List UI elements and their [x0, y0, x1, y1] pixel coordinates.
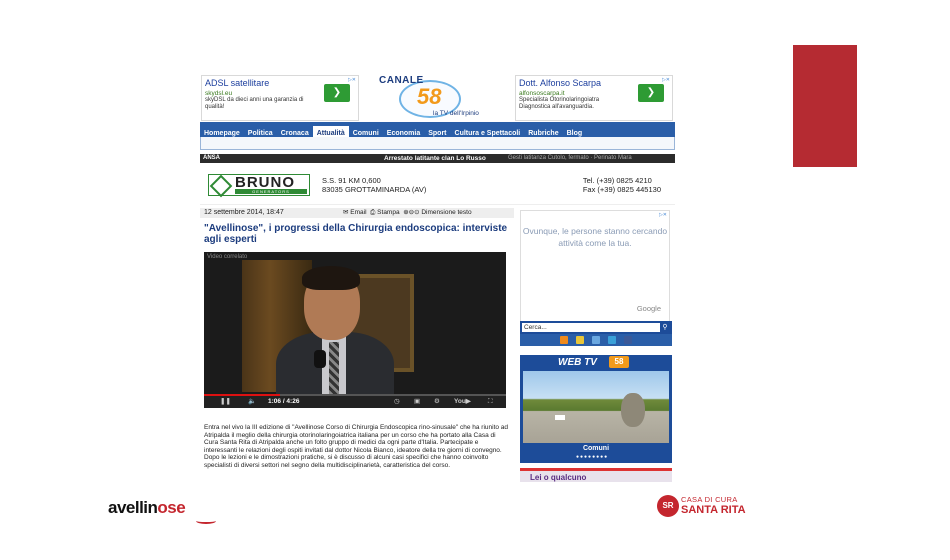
- bruno-ad[interactable]: BRUNO GENERATORS S.S. 91 KM 0,600 83035 …: [200, 166, 675, 205]
- text-size-label: Dimensione testo: [421, 209, 472, 216]
- webpage-screenshot: ADSL satellitare skydsl.eu skyDSL da die…: [200, 72, 675, 482]
- ad-choices-icon[interactable]: ▷✕: [659, 212, 667, 218]
- ansa-logo: ANSA: [203, 155, 221, 161]
- ad-right-url[interactable]: alfonsoscarpa.it: [519, 90, 565, 97]
- ad-right-desc: Specialista Otorinolaringoiatra Diagnost…: [519, 97, 600, 110]
- bruno-address: S.S. 91 KM 0,600 83035 GROTTAMINARDA (AV…: [322, 176, 426, 194]
- ad-right[interactable]: Dott. Alfonso Scarpa alfonsoscarpa.it Sp…: [515, 75, 673, 121]
- video-person-hair: [302, 266, 360, 290]
- youtube-icon[interactable]: You▶: [454, 396, 471, 408]
- ad-right-arrow-icon[interactable]: ❯: [638, 84, 664, 102]
- bruno-fax: Fax (+39) 0825 445130: [582, 185, 661, 194]
- bruno-addr1: S.S. 91 KM 0,600: [322, 176, 381, 185]
- webtv-title: WEB TV: [558, 357, 597, 368]
- google-logo: Google: [636, 304, 661, 313]
- webtv-thumbnail[interactable]: [523, 371, 669, 443]
- carousel-dots[interactable]: ●●●●●●●●: [576, 454, 608, 460]
- fullscreen-icon[interactable]: ⛶: [488, 396, 493, 408]
- print-icon[interactable]: ⎙: [370, 209, 375, 216]
- swoosh-icon: [196, 518, 216, 524]
- video-label: Video correlato: [207, 254, 248, 260]
- article-date: 12 settembre 2014, 18:47: [204, 209, 284, 216]
- santa-rita-mark-icon: SR: [657, 495, 679, 517]
- bruno-sub: GENERATORS: [235, 189, 307, 194]
- email-link[interactable]: Email: [350, 209, 366, 216]
- captions-icon[interactable]: ▣: [414, 396, 420, 408]
- ad-choices-icon[interactable]: ▷✕: [662, 77, 670, 83]
- facebook-icon[interactable]: [624, 336, 632, 344]
- promo-text: Lei o qualcuno: [530, 473, 587, 482]
- bruno-addr2: 83035 GROTTAMINARDA (AV): [322, 185, 427, 194]
- casa-line1: CASA DI CURA: [681, 495, 738, 504]
- search-input[interactable]: Cerca...: [522, 323, 660, 332]
- social-bar: [520, 334, 672, 346]
- bruno-logo: BRUNO GENERATORS: [208, 174, 310, 198]
- logo-number: 58: [417, 84, 442, 109]
- video-person-tie: [329, 342, 339, 398]
- article-body: Entra nel vivo la III edizione di "Avell…: [204, 424, 509, 469]
- ad-left-url[interactable]: skydsl.eu: [205, 90, 232, 97]
- ad-left[interactable]: ADSL satellitare skydsl.eu skyDSL da die…: [201, 75, 359, 121]
- ansa-headline[interactable]: Arrestato latitante clan Lo Russo: [384, 154, 486, 163]
- avellinose-text-b: ose: [157, 498, 186, 517]
- search-bar: Cerca... ⚲: [520, 321, 672, 334]
- search-icon[interactable]: ⚲: [660, 323, 670, 332]
- google-ad[interactable]: ▷✕ Ovunque, le persone stanno cercando a…: [520, 210, 670, 322]
- avellinose-text-a: avellin: [108, 498, 158, 517]
- video-player[interactable]: Video correlato: [204, 252, 506, 408]
- avellinose-logo: avellinose: [108, 498, 216, 524]
- pause-icon[interactable]: ❚❚: [220, 396, 231, 408]
- bruno-contacts: Tel. (+39) 0825 4210 Fax (+39) 0825 4451…: [583, 176, 661, 194]
- santa-rita-logo: SR CASA DI CURA SANTA RITA: [657, 492, 757, 522]
- diamond-icon: [209, 174, 233, 198]
- mail-icon[interactable]: [576, 336, 584, 344]
- canale58-logo[interactable]: CANALE 58 la TV dell'Irpinio: [375, 74, 500, 120]
- text-size-icon[interactable]: ⊕⊖⊙: [403, 209, 419, 216]
- ansa-more[interactable]: Gesti latitanza Cutolo, fermato · Perina…: [508, 154, 632, 163]
- home-icon[interactable]: [592, 336, 600, 344]
- watch-later-icon[interactable]: ◷: [394, 396, 400, 408]
- video-microphone: [314, 350, 326, 368]
- article-title: "Avellinose", i progressi della Chirurgi…: [204, 223, 508, 245]
- article-tools: ✉ Email ⎙ Stampa ⊕⊖⊙ Dimensione testo: [343, 208, 472, 218]
- casa-line2: SANTA RITA: [681, 504, 746, 516]
- rss-icon[interactable]: [560, 336, 568, 344]
- ansa-ticker: ANSA Arrestato latitante clan Lo Russo G…: [200, 154, 675, 163]
- promo-box[interactable]: Lei o qualcuno: [520, 468, 672, 482]
- webtv-caption[interactable]: Comuni: [520, 445, 672, 452]
- thumbnail-car: [555, 415, 565, 420]
- sub-nav: [200, 137, 675, 150]
- main-nav: Homepage Politica Cronaca Attualità Comuni Ec…: [200, 122, 675, 141]
- twitter-icon[interactable]: [608, 336, 616, 344]
- print-link[interactable]: Stampa: [377, 209, 399, 216]
- accent-red-block: [793, 45, 857, 167]
- google-ad-text: Ovunque, le persone stanno cercando atti…: [522, 226, 668, 248]
- ad-left-arrow-icon[interactable]: ❯: [324, 84, 350, 102]
- webtv-widget[interactable]: WEB TV 58 Comuni ●●●●●●●●: [520, 355, 672, 463]
- logo-tagline: la TV dell'Irpinio: [433, 110, 479, 117]
- ad-right-title[interactable]: Dott. Alfonso Scarpa: [519, 78, 601, 88]
- article-meta: 12 settembre 2014, 18:47 ✉ Email ⎙ Stamp…: [200, 208, 514, 218]
- video-time: 1:06 / 4:26: [268, 398, 300, 405]
- email-icon[interactable]: ✉: [343, 209, 348, 216]
- volume-icon[interactable]: 🔈: [248, 396, 256, 408]
- ad-left-desc: skyDSL da dieci anni una garanzia di qua…: [205, 97, 304, 110]
- settings-icon[interactable]: ⚙: [434, 396, 440, 408]
- video-controls: ❚❚ 🔈 1:06 / 4:26 ◷ ▣ ⚙ You▶ ⛶: [204, 394, 506, 408]
- ad-left-title[interactable]: ADSL satellitare: [205, 78, 269, 88]
- thumbnail-stone: [621, 393, 645, 427]
- ad-choices-icon[interactable]: ▷✕: [348, 77, 356, 83]
- webtv-badge: 58: [609, 356, 629, 368]
- bruno-tel: Tel. (+39) 0825 4210: [582, 176, 652, 185]
